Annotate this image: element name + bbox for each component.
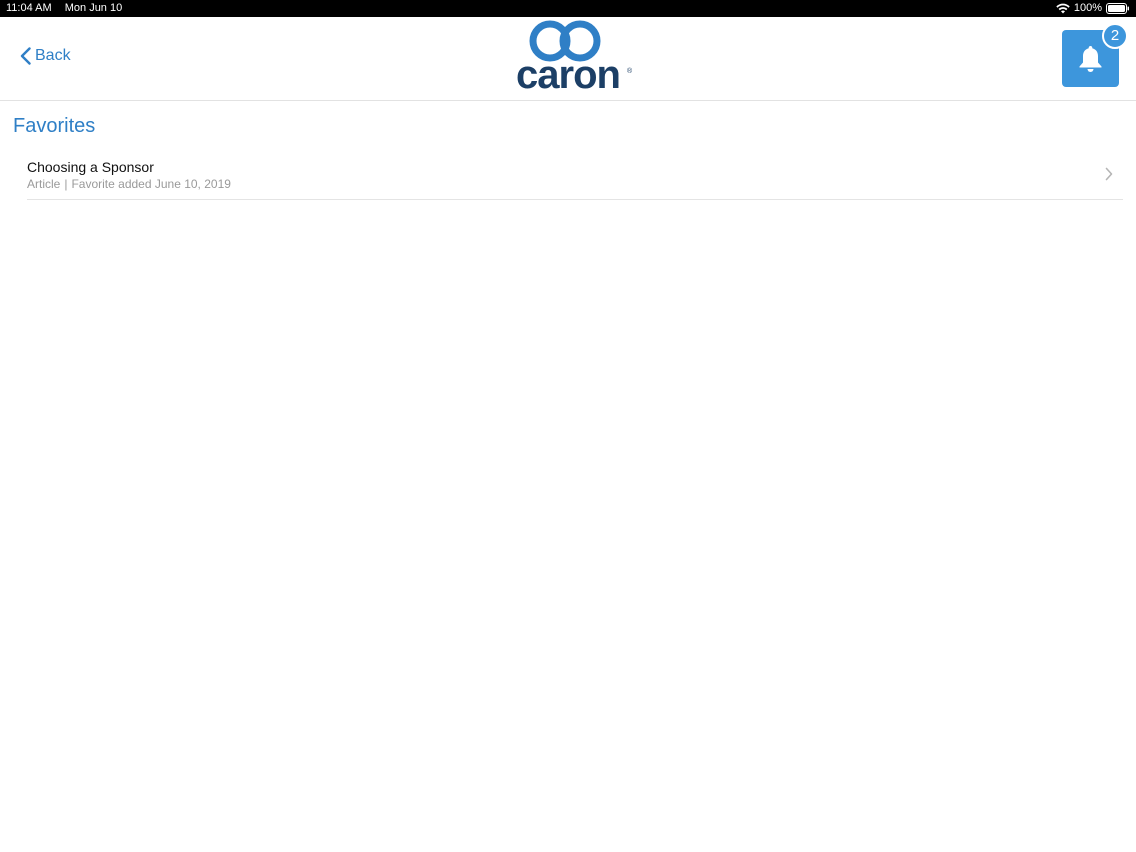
registered-mark: ® (627, 68, 633, 75)
chevron-right-icon (1105, 167, 1113, 181)
status-left: 11:04 AM Mon Jun 10 (6, 0, 132, 17)
chevron-left-icon (20, 47, 31, 65)
logo-wordmark: caron (516, 53, 621, 97)
status-right: 100% (1056, 0, 1130, 17)
bell-icon (1079, 46, 1102, 72)
favorite-added-date: Favorite added June 10, 2019 (71, 177, 231, 191)
notifications-button[interactable]: 2 (1062, 23, 1128, 87)
favorite-item[interactable]: Choosing a Sponsor Article | Favorite adde… (27, 150, 1123, 200)
battery-icon (1106, 3, 1129, 14)
favorites-list: Choosing a Sponsor Article | Favorite adde… (27, 150, 1123, 200)
favorite-subtitle: Article | Favorite added June 10, 2019 (27, 177, 231, 191)
back-button[interactable]: Back (20, 47, 71, 65)
caron-logo: caron ® (500, 19, 636, 97)
battery-percent: 100% (1073, 2, 1102, 14)
favorite-type: Article (27, 177, 61, 191)
status-date: Mon Jun 10 (64, 2, 123, 14)
page-title: Favorites (13, 115, 96, 137)
back-label: Back (35, 47, 71, 64)
favorite-separator: | (64, 177, 68, 191)
favorite-title: Choosing a Sponsor (27, 159, 154, 175)
wifi-icon (1056, 3, 1070, 14)
status-time: 11:04 AM (6, 2, 52, 14)
navigation-bar: Back caron ® 2 (0, 17, 1136, 101)
status-bar: 11:04 AM Mon Jun 10 100% (0, 0, 1136, 17)
notification-count-badge: 2 (1102, 23, 1128, 49)
